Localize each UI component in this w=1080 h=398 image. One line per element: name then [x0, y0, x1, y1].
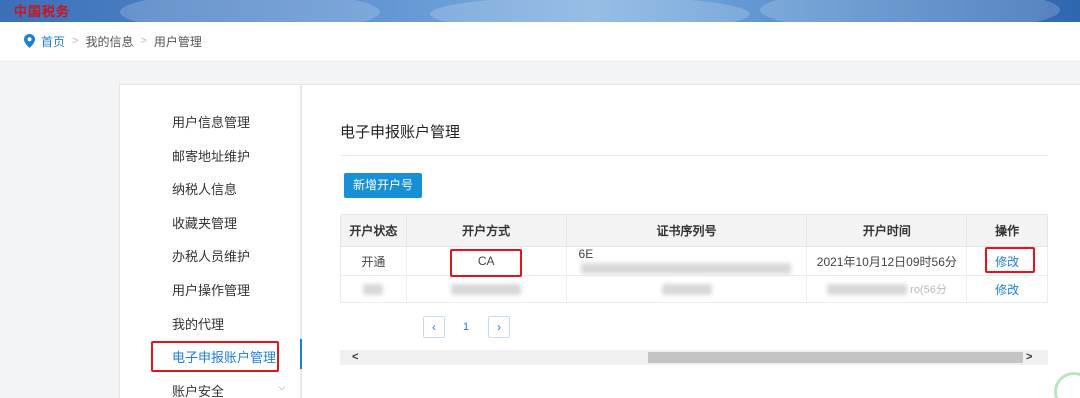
cell-status: 开通 — [340, 246, 407, 276]
highlight-box-method — [450, 249, 522, 277]
chevron-down-icon[interactable]: ⌵ — [278, 382, 286, 393]
scrollbar-thumb[interactable] — [648, 352, 1023, 363]
redacted-serial — [580, 263, 791, 275]
breadcrumb-current: 用户管理 — [153, 34, 202, 49]
main-panel: 电子申报账户管理 新增开户号 开户状态 开户方式 证书序列号 开户时间 操作 开… — [340, 85, 1080, 398]
cell-serial: 6E — [565, 246, 808, 276]
table-row: ro(56分 修改 — [340, 275, 1048, 303]
column-header-serial: 证书序列号 — [565, 214, 808, 247]
breadcrumb-my-info-link[interactable]: 我的信息 — [85, 33, 133, 50]
cell-action: 修改 — [966, 275, 1048, 303]
edit-link[interactable]: 修改 — [995, 283, 1019, 297]
breadcrumb-separator: > — [72, 35, 79, 47]
page-title: 电子申报账户管理 — [340, 124, 461, 141]
sidebar-item-taxpayer-info[interactable]: 纳税人信息 — [172, 179, 237, 198]
breadcrumb-home-link[interactable]: 首页 — [41, 33, 65, 50]
cell-time: 2021年10月12日09时56分 — [806, 246, 968, 276]
highlight-box-edit — [985, 247, 1035, 273]
add-account-button[interactable]: 新增开户号 — [344, 173, 422, 198]
breadcrumb: 首页 > 我的信息 > 用户管理 — [0, 22, 1080, 60]
cell-time: ro(56分 — [806, 275, 968, 303]
redacted-method — [451, 284, 522, 296]
title-divider — [340, 155, 1048, 156]
time-tail: ro(56分 — [910, 284, 947, 296]
horizontal-scrollbar[interactable]: < > — [340, 350, 1048, 365]
banner-hill — [430, 0, 750, 22]
banner-hill — [120, 0, 380, 22]
breadcrumb-separator: > — [140, 35, 147, 47]
column-header-time: 开户时间 — [806, 214, 968, 247]
sidebar-item-staff-maintenance[interactable]: 办税人员维护 — [172, 246, 250, 265]
prev-page-button[interactable]: ‹ — [423, 316, 445, 338]
highlight-box-menu — [151, 341, 279, 372]
cell-serial — [565, 275, 808, 303]
cell-status — [340, 275, 407, 303]
redacted-status — [363, 284, 384, 296]
sidebar-item-user-info[interactable]: 用户信息管理 — [172, 112, 250, 131]
location-pin-icon — [24, 34, 35, 48]
serial-prefix: 6E — [578, 247, 594, 261]
sidebar-item-mailing-address[interactable]: 邮寄地址维护 — [172, 146, 250, 165]
table-header-row: 开户状态 开户方式 证书序列号 开户时间 操作 — [340, 214, 1048, 247]
table-row: 开通 CA 6E 2021年10月12日09时56分 修改 — [340, 246, 1048, 276]
cell-method — [405, 275, 567, 303]
sidebar-item-my-agent[interactable]: 我的代理 — [172, 314, 224, 333]
active-indicator — [300, 339, 302, 369]
content-card: 用户信息管理 邮寄地址维护 纳税人信息 收藏夹管理 办税人员维护 用户操作管理 … — [119, 84, 1080, 398]
site-logo[interactable]: 中国税务 — [14, 1, 70, 20]
sidebar-item-favorites[interactable]: 收藏夹管理 — [172, 213, 237, 232]
page-number[interactable]: 1 — [463, 321, 469, 333]
pagination: ‹ 1 › — [423, 316, 511, 338]
scroll-left-arrow-icon[interactable]: < — [352, 350, 358, 365]
sidebar-item-account-security[interactable]: 账户安全 — [172, 381, 224, 398]
sidebar-item-user-operations[interactable]: 用户操作管理 — [172, 280, 250, 299]
column-header-status: 开户状态 — [340, 214, 407, 247]
column-header-action: 操作 — [966, 214, 1048, 247]
scroll-right-arrow-icon[interactable]: > — [1026, 350, 1032, 365]
redacted-time — [826, 284, 907, 296]
next-page-button[interactable]: › — [488, 316, 511, 338]
column-header-method: 开户方式 — [405, 214, 567, 247]
banner-hill — [760, 0, 1060, 22]
redacted-serial — [661, 284, 712, 296]
accounts-table: 开户状态 开户方式 证书序列号 开户时间 操作 开通 CA 6E 2021年10… — [340, 214, 1048, 303]
header-banner: 中国税务 — [0, 0, 1080, 22]
